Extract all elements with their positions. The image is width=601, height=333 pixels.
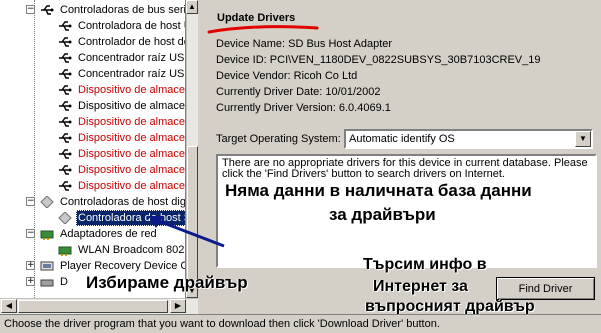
annotation-search-line1: Търсим инфо в <box>363 256 487 273</box>
os-select[interactable]: Automatic identify OS ▼ <box>344 129 593 149</box>
tree-item-label: Dispositivo de almacer <box>78 148 186 160</box>
usb-device-icon <box>58 68 72 80</box>
tree-item-label: Controladora de host U <box>78 20 186 32</box>
usb-device-icon <box>58 164 72 176</box>
tree-item[interactable]: Dispositivo de almacer <box>0 114 186 130</box>
chevron-down-icon[interactable]: ▼ <box>575 131 591 147</box>
scroll-up-icon[interactable]: ▲ <box>186 0 198 14</box>
horizontal-scroll-thumb[interactable] <box>18 300 168 313</box>
usb-device-icon <box>58 116 72 128</box>
usb-device-icon <box>58 36 72 48</box>
usb-controller-icon <box>40 4 54 16</box>
device-vendor: Device Vendor: Ricoh Co Ltd <box>216 70 358 82</box>
tree-item-label: Dispositivo de almacer <box>78 164 186 176</box>
annotation-search-line2: Интернет за <box>373 278 468 295</box>
tree-item-label: Player Recovery Device C <box>60 260 186 272</box>
usb-device-icon <box>58 100 72 112</box>
usb-device-icon <box>58 84 72 96</box>
usb-device-icon <box>58 148 72 160</box>
tree-item-label: Concentrador raíz USB <box>78 68 186 80</box>
device-tree[interactable]: − Controladoras de bus serie Controladora … <box>0 0 186 314</box>
tree-item[interactable]: Dispositivo de almacer <box>0 178 186 194</box>
drive-icon <box>40 276 54 288</box>
tree-item[interactable]: Dispositivo de almacer <box>0 162 186 178</box>
tree-vertical-scrollbar[interactable]: ▲ ▼ <box>186 0 198 298</box>
find-driver-button[interactable]: Find Driver <box>496 277 595 300</box>
os-label: Target Operating System: <box>216 133 341 145</box>
annotation-no-data-line2: за драйвъри <box>329 205 436 224</box>
tree-item[interactable]: Concentrador raíz USB <box>0 50 186 66</box>
usb-device-icon <box>58 180 72 192</box>
red-underline-mark <box>207 25 319 34</box>
tree-item[interactable]: Concentrador raíz USB <box>0 66 186 82</box>
tree-item[interactable]: − Controladoras de bus serie <box>0 2 186 18</box>
usb-device-icon <box>58 132 72 144</box>
os-select-value: Automatic identify OS <box>349 133 455 145</box>
tree-item[interactable]: Dispositivo de almacer <box>0 146 186 162</box>
driver-version: Currently Driver Version: 6.0.4069.1 <box>216 102 391 114</box>
annotation-choose-driver: Избираме драйвър <box>86 273 248 292</box>
scroll-right-icon[interactable]: ▶ <box>170 299 186 313</box>
tree-item-label: Dispositivo de almacer <box>78 180 186 192</box>
network-adapter-icon <box>40 228 54 240</box>
tree-horizontal-scrollbar[interactable]: ◀ ▶ <box>0 298 198 314</box>
annotation-no-data-line1: Няма данни в наличната база данни <box>225 181 532 200</box>
tree-item[interactable]: − Controladoras de host digit <box>0 194 186 210</box>
tree-item[interactable]: Dispositivo de almacer <box>0 130 186 146</box>
tree-item-label: Controladoras de host digit <box>60 196 186 208</box>
tree-item[interactable]: Dispositivo de almacer <box>0 82 186 98</box>
tree-item-label: Dispositivo de almace <box>78 100 185 112</box>
annotation-arrow-icon <box>148 216 225 248</box>
status-text: Choose the driver program that you want … <box>4 318 440 330</box>
tree-item-label: Dispositivo de almacer <box>78 132 186 144</box>
tree-item[interactable]: Controlador de host de <box>0 34 186 50</box>
recovery-device-icon <box>40 260 54 272</box>
expand-toggle-icon[interactable]: − <box>26 229 35 238</box>
tree-item-label: Concentrador raíz USB <box>78 52 186 64</box>
tree-item[interactable]: Controladora de host U <box>0 18 186 34</box>
status-bar: Choose the driver program that you want … <box>0 314 601 333</box>
scroll-left-icon[interactable]: ◀ <box>1 299 17 313</box>
network-adapter-icon <box>58 244 72 256</box>
tree-item-label: Dispositivo de almacer <box>78 116 186 128</box>
sd-host-icon <box>40 195 54 209</box>
expand-toggle-icon[interactable]: − <box>26 197 35 206</box>
message-text: There are no appropriate drivers for thi… <box>222 157 588 180</box>
sd-host-icon <box>58 211 72 225</box>
tree-item-label: Controladoras de bus serie <box>60 4 186 16</box>
tree-item-label: Controlador de host de <box>78 36 186 48</box>
device-name: Device Name: SD Bus Host Adapter <box>216 38 393 50</box>
tree-item[interactable]: + Player Recovery Device C <box>0 258 186 274</box>
tree-item[interactable]: Dispositivo de almace <box>0 98 185 114</box>
usb-device-icon <box>58 20 72 32</box>
expand-toggle-icon[interactable]: − <box>26 5 35 14</box>
expand-toggle-icon[interactable]: + <box>26 261 35 270</box>
usb-device-icon <box>58 52 72 64</box>
tree-item-label: D <box>60 276 68 288</box>
expand-toggle-icon[interactable]: + <box>26 277 35 286</box>
tree-item-label: Dispositivo de almacer <box>78 84 186 96</box>
driver-date: Currently Driver Date: 10/01/2002 <box>216 86 381 98</box>
device-id: Device ID: PCI\VEN_1180DEV_0822SUBSYS_30… <box>216 54 541 66</box>
